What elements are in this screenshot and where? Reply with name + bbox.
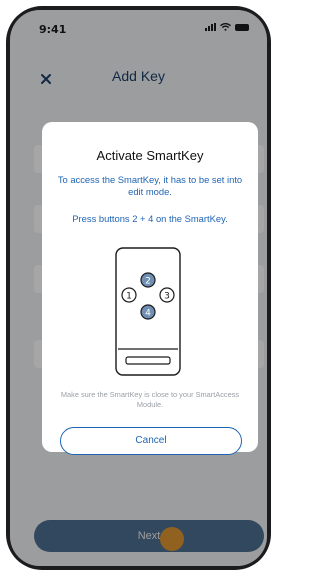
dialog-title: Activate SmartKey — [96, 148, 204, 163]
key-button-label-3: 3 — [164, 292, 170, 302]
smartkey-illustration: 1 2 3 4 — [115, 247, 181, 376]
cancel-button[interactable]: Cancel — [60, 427, 242, 455]
dialog-note: Make sure the SmartKey is close to your … — [60, 390, 240, 409]
key-button-label-4: 4 — [145, 309, 151, 319]
activate-smartkey-dialog: Activate SmartKey To access the SmartKey… — [42, 122, 258, 455]
key-button-label-1: 1 — [126, 292, 132, 302]
dialog-description: To access the SmartKey, it has to be set… — [57, 174, 243, 197]
dialog-instruction: Press buttons 2 + 4 on the SmartKey. — [72, 213, 228, 224]
smartkey-icon: 1 2 3 4 — [115, 247, 181, 376]
app-screen: 9:41 Add Key Next Activate SmartKey To a… — [10, 10, 267, 566]
key-button-label-2: 2 — [145, 277, 151, 287]
